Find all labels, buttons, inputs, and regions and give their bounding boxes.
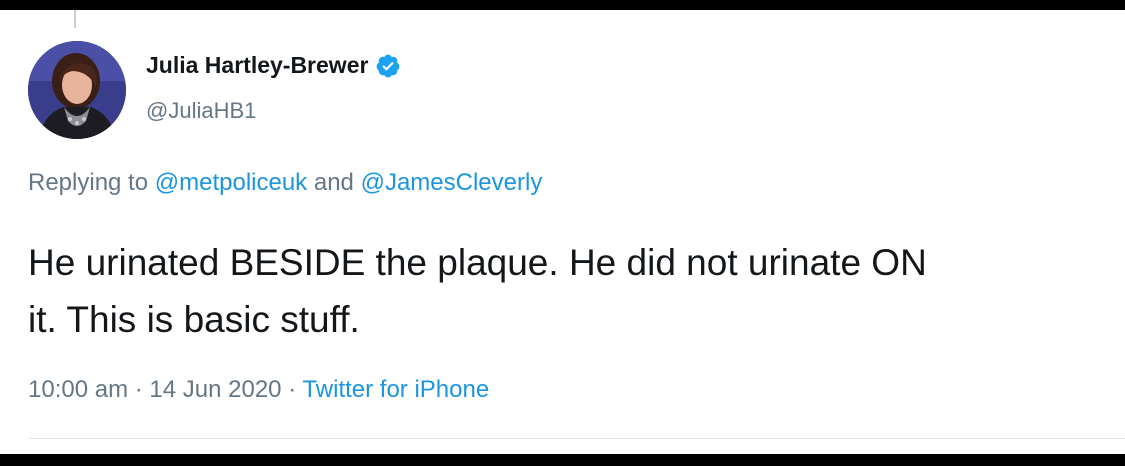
replying-to-conjunction: and [307, 169, 361, 196]
author-name-row: Julia Hartley-Brewer [146, 52, 401, 79]
meta-separator: · [128, 376, 150, 403]
tweet-metadata: 10:00 am · 14 Jun 2020 · Twitter for iPh… [28, 376, 489, 404]
tweet-date[interactable]: 14 Jun 2020 [149, 376, 281, 403]
replying-to-line: Replying to @metpoliceuk and @JamesCleve… [28, 169, 542, 197]
tweet-text: He urinated BESIDE the plaque. He did no… [28, 234, 1125, 348]
avatar[interactable] [28, 41, 126, 139]
meta-separator: · [281, 376, 303, 403]
mention-link-jamescleverly[interactable]: @JamesCleverly [361, 169, 543, 196]
tweet-card: Julia Hartley-Brewer @JuliaHB1 Replying … [0, 10, 1125, 454]
avatar-photo [28, 41, 126, 139]
divider [28, 438, 1125, 439]
replying-to-prefix: Replying to [28, 169, 155, 196]
tweet-text-line-2: it. This is basic stuff. [28, 299, 360, 340]
author-handle[interactable]: @JuliaHB1 [146, 98, 256, 124]
mention-link-metpoliceuk[interactable]: @metpoliceuk [155, 169, 307, 196]
thread-connector-line [74, 10, 76, 28]
tweet-time[interactable]: 10:00 am [28, 376, 128, 403]
verified-badge-icon [375, 53, 401, 79]
tweet-text-line-1: He urinated BESIDE the plaque. He did no… [28, 242, 927, 283]
tweet-source-link[interactable]: Twitter for iPhone [302, 376, 489, 403]
author-display-name[interactable]: Julia Hartley-Brewer [146, 52, 368, 79]
